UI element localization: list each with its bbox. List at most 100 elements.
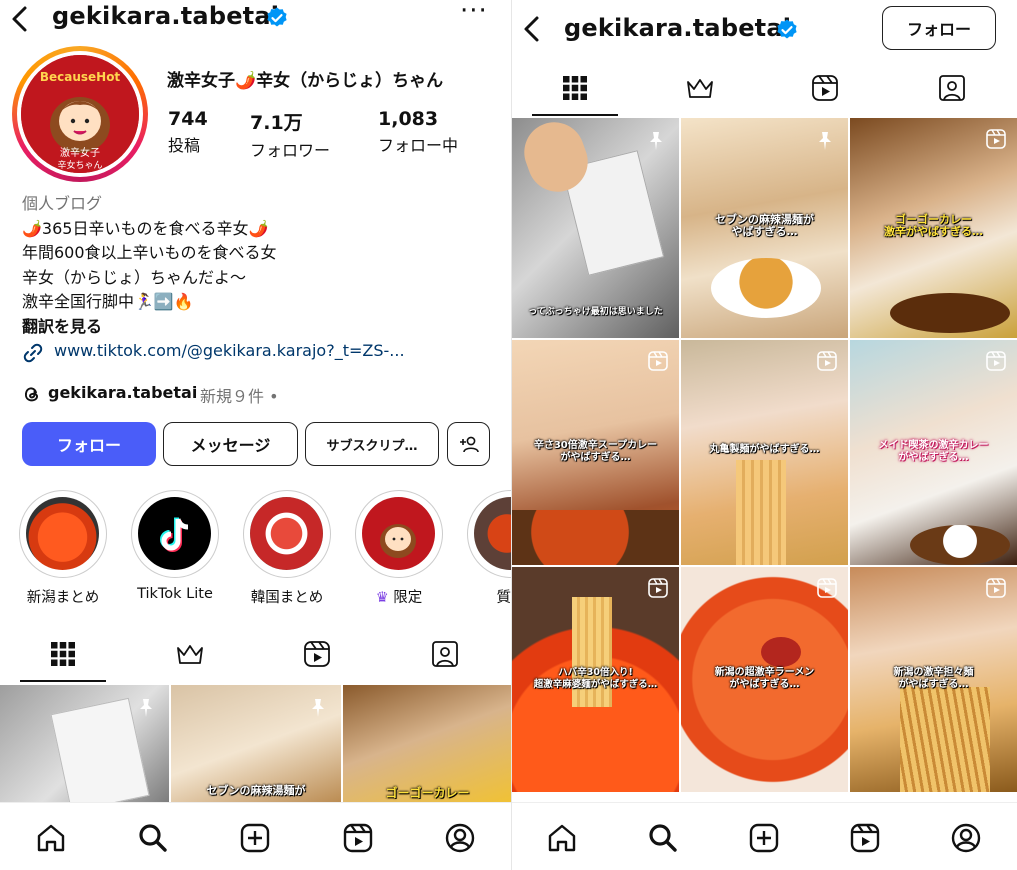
crown-icon (177, 645, 203, 664)
bio: 個人ブログ 🌶️365日辛いものを食べる辛女🌶️ 年間600食以上辛いものを食べ… (22, 192, 502, 339)
search-icon[interactable] (136, 821, 170, 855)
highlight-korea[interactable]: 韓国まとめ (243, 490, 331, 607)
top-bar: gekikara.tabetai フォロー (512, 0, 1017, 56)
translate-link[interactable]: 翻訳を見る (22, 315, 502, 340)
back-arrow-icon[interactable] (8, 4, 34, 34)
threads-handle: gekikara.tabetai (48, 383, 198, 402)
tab-reels[interactable] (274, 626, 360, 682)
subscribe-button[interactable]: サブスクリプ… (305, 422, 439, 466)
post-thumbnail[interactable] (0, 685, 169, 805)
post-caption: 新潟の激辛担々麺 がやばすぎる… (893, 667, 974, 690)
reels-icon[interactable] (341, 821, 375, 855)
grid-icon (51, 642, 75, 666)
crown-icon (687, 79, 713, 98)
bottom-nav (0, 802, 512, 870)
post-caption: 新潟の超激辛ラーメン がやばすぎる… (714, 667, 815, 690)
stat-posts-label: 投稿 (168, 136, 201, 155)
tiktok-logo-icon (159, 517, 188, 552)
external-link-text: www.tiktok.com/@gekikara.karajo?_t=ZS-..… (54, 341, 405, 360)
post-thumbnail[interactable]: 新潟の超激辛ラーメン がやばすぎる… (681, 567, 848, 792)
highlight-label: TikTok Lite (137, 586, 213, 602)
tagged-icon (939, 75, 965, 101)
follow-button[interactable]: フォロー (882, 6, 996, 50)
reels-icon[interactable] (848, 821, 882, 855)
stat-following-label: フォロー中 (378, 136, 459, 155)
avatar[interactable]: BecauseHot 激辛女子 辛女ちゃん (12, 46, 148, 182)
home-icon[interactable] (545, 821, 579, 855)
post-thumbnail[interactable]: 辛さ30倍激辛スープカレー がやばすぎる… (512, 340, 679, 565)
bio-line: 辛女（からじょ）ちゃんだよ〜 (22, 267, 247, 287)
reels-icon (812, 75, 838, 101)
display-name: 激辛女子🌶️辛女（からじょ）ちゃん (167, 71, 444, 91)
avatar-brand-text: BecauseHot (40, 70, 121, 84)
highlight-questions[interactable]: 質問 (467, 490, 512, 607)
pin-icon (819, 132, 831, 150)
tab-tagged[interactable] (909, 60, 995, 116)
tab-subscriber[interactable] (657, 60, 743, 116)
stat-posts-value: 744 (168, 108, 208, 130)
link-icon (23, 343, 43, 363)
search-icon[interactable] (646, 821, 680, 855)
highlight-niigata[interactable]: 新潟まとめ (19, 490, 107, 607)
avatar-illustration-icon: BecauseHot 激辛女子 辛女ちゃん (21, 55, 139, 173)
tab-posts[interactable] (532, 60, 618, 116)
tab-posts[interactable] (20, 626, 106, 682)
reels-badge-icon (986, 578, 1006, 598)
create-icon[interactable] (747, 821, 781, 855)
profile-tabs (0, 626, 512, 682)
highlight-label: 韓国まとめ (250, 590, 324, 606)
post-thumbnail[interactable]: セブンの麻辣湯麺が (171, 685, 341, 805)
highlight-tiktok[interactable]: TikTok Lite (131, 490, 219, 602)
suggest-user-button[interactable] (447, 422, 490, 466)
stat-following[interactable]: 1,083 フォロー中 (378, 108, 458, 156)
post-thumbnail[interactable]: セブンの麻辣湯麺が やばすぎる… (681, 118, 848, 338)
avatar-mini-icon (380, 524, 416, 558)
highlight-label: ♛ 限定 (355, 586, 443, 607)
post-thumbnail[interactable]: ハバ辛30倍入り! 超激辛麻婆麺がやばすぎる… (512, 567, 679, 792)
post-caption: ゴーゴーカレー 激辛がやばすぎる… (884, 213, 983, 238)
post-thumbnail[interactable]: 丸亀製麺がやばすぎる… (681, 340, 848, 565)
post-thumbnail[interactable]: ってぶっちゃけ最初は思いました (512, 118, 679, 338)
tab-subscriber[interactable] (147, 626, 233, 682)
profile-screen-left: gekikara.tabetai ··· BecauseHot 激辛女子 辛女ち… (0, 0, 512, 870)
message-button[interactable]: メッセージ (163, 422, 298, 466)
more-options-icon[interactable]: ··· (460, 0, 488, 24)
username-title: gekikara.tabetai (52, 2, 280, 30)
reels-badge-icon (648, 351, 668, 371)
stat-followers[interactable]: 7.1万 フォロワー (250, 108, 330, 161)
tab-tagged[interactable] (402, 626, 488, 682)
stat-posts[interactable]: 744 投稿 (168, 108, 208, 156)
add-person-icon (459, 436, 479, 453)
highlight-label: 質問 (496, 590, 513, 606)
profile-icon[interactable] (949, 821, 983, 855)
tagged-icon (432, 641, 458, 667)
post-caption: メイド喫茶の激辛カレー がやばすぎる… (878, 440, 989, 463)
stat-followers-label: フォロワー (250, 141, 331, 160)
pin-icon (140, 699, 152, 717)
create-icon[interactable] (238, 821, 272, 855)
tab-reels[interactable] (782, 60, 868, 116)
reels-badge-icon (986, 129, 1006, 149)
threads-new-count: 新規９件 • (200, 387, 279, 406)
post-caption: ゴーゴーカレー (385, 786, 470, 800)
post-caption: 丸亀製麺がやばすぎる… (709, 444, 820, 455)
home-icon[interactable] (34, 821, 68, 855)
back-arrow-icon[interactable] (520, 14, 546, 44)
profile-tabs (512, 60, 1017, 116)
grid-icon (563, 76, 587, 100)
verified-badge-icon (777, 19, 797, 39)
post-caption: セブンの麻辣湯麺が (206, 784, 306, 797)
post-grid: ってぶっちゃけ最初は思いました セブンの麻辣湯麺が やばすぎる… ゴーゴーカレー… (512, 118, 1017, 808)
post-thumbnail[interactable]: ゴーゴーカレー 激辛がやばすぎる… (850, 118, 1017, 338)
pin-icon (312, 699, 324, 717)
stat-following-value: 1,083 (378, 108, 439, 130)
profile-icon[interactable] (443, 821, 477, 855)
svg-text:激辛女子: 激辛女子 (60, 146, 100, 159)
profile-screen-right: gekikara.tabetai フォロー ってぶっちゃけ最初は思いました セブ… (512, 0, 1017, 870)
post-thumbnail[interactable]: メイド喫茶の激辛カレー がやばすぎる… (850, 340, 1017, 565)
post-thumbnail[interactable]: 新潟の激辛担々麺 がやばすぎる… (850, 567, 1017, 792)
highlight-limited[interactable]: ♛ 限定 (355, 490, 443, 607)
username-title: gekikara.tabetai (564, 14, 792, 42)
follow-button[interactable]: フォロー (22, 422, 156, 466)
post-thumbnail[interactable]: ゴーゴーカレー (343, 685, 512, 805)
